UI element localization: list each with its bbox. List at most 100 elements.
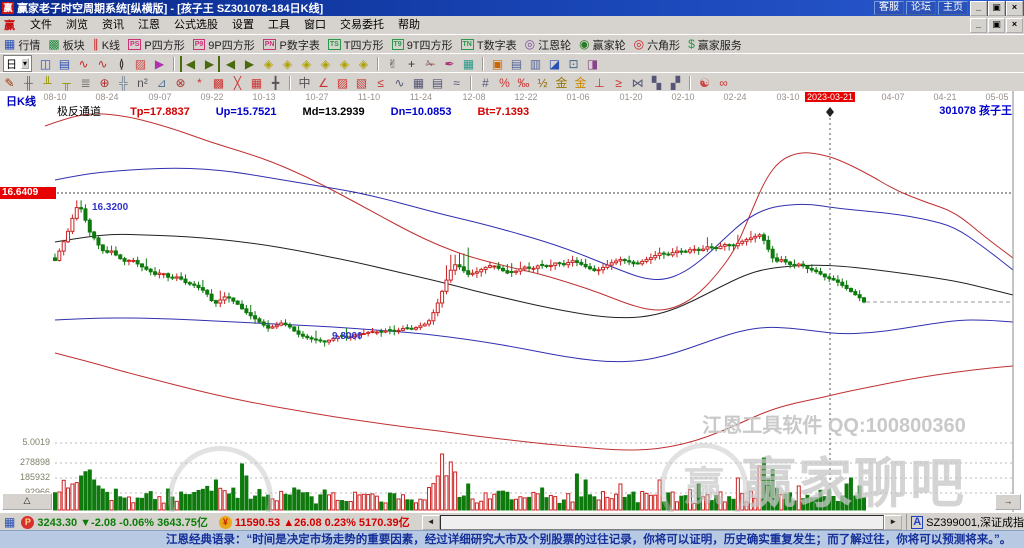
wave-band-icon[interactable]: ≈ <box>448 75 465 91</box>
notepad-icon[interactable]: ▥ <box>527 56 544 72</box>
toolbar-button-9P四方形[interactable]: P99P四方形 <box>189 36 259 53</box>
bowtie-tool-icon[interactable]: ⋈ <box>629 75 646 91</box>
golden-ratio-icon[interactable]: 金 <box>553 75 570 91</box>
gann-marker-icon[interactable]: ◈ <box>260 56 277 72</box>
quote-table-icon[interactable]: ▦ <box>4 515 15 529</box>
hatch-box-icon[interactable]: ▧ <box>353 75 370 91</box>
title-link-客服[interactable]: 客服 <box>874 1 904 15</box>
center-line-icon[interactable]: 中 <box>296 75 313 91</box>
menu-item-帮助[interactable]: 帮助 <box>391 17 427 33</box>
restore-button[interactable]: ▣ <box>988 1 1005 16</box>
angle-fan-icon[interactable]: ∠ <box>315 75 332 91</box>
permille-icon[interactable]: ‰ <box>515 75 532 91</box>
period-dropdown[interactable]: 日▾ <box>3 55 32 72</box>
grid-chart-icon[interactable]: ▦ <box>460 56 477 72</box>
document-icon[interactable]: ▤ <box>56 56 73 72</box>
next-icon[interactable]: ▶ <box>241 56 258 72</box>
export-icon[interactable]: ⊡ <box>565 56 582 72</box>
scrollbar-left-arrow[interactable]: ◄ <box>422 515 440 530</box>
close-button[interactable]: × <box>1006 1 1023 16</box>
chart-area[interactable]: 日K线 08-1008-2409-0709-2210-1310-2711-101… <box>0 91 1024 513</box>
shenzhen-index-icon[interactable]: ¥ <box>219 516 232 529</box>
matrix-icon[interactable]: ▦ <box>248 75 265 91</box>
price-grid-icon[interactable]: ▩ <box>210 75 227 91</box>
lines-icon[interactable]: ≣ <box>77 75 94 91</box>
calculator-icon[interactable]: ▤ <box>508 56 525 72</box>
square-of-nine-icon[interactable]: n² <box>134 75 151 91</box>
menu-item-交易委托[interactable]: 交易委托 <box>333 17 391 33</box>
menu-item-窗口[interactable]: 窗口 <box>297 17 333 33</box>
calendar-icon[interactable]: ▣ <box>489 56 506 72</box>
gann-fan-icon[interactable]: ╨ <box>39 75 56 91</box>
cycle-wave-icon[interactable]: ∿ <box>391 75 408 91</box>
menu-item-资讯[interactable]: 资讯 <box>95 17 131 33</box>
calendar-grid-icon[interactable]: ▦ <box>410 75 427 91</box>
toolbar-button-T数字表[interactable]: TNT数字表 <box>457 36 521 53</box>
toolbar-button-板块[interactable]: ▩板块 <box>44 36 88 53</box>
toolbar-button-T四方形[interactable]: TST四方形 <box>324 36 388 53</box>
angle-tool-icon[interactable]: ≤ <box>372 75 389 91</box>
vertical-tool-icon[interactable]: ⊥ <box>591 75 608 91</box>
candle-style-icon[interactable]: ≬ <box>113 56 130 72</box>
horizontal-scrollbar[interactable]: ◄ ► <box>422 515 903 529</box>
toolbar-button-江恩轮[interactable]: ◎江恩轮 <box>521 36 575 53</box>
diag-grid2-icon[interactable]: ▞ <box>667 75 684 91</box>
taiji-ball-icon[interactable]: ☯ <box>696 75 713 91</box>
slope-tool-icon[interactable]: ≥ <box>610 75 627 91</box>
band-grid-icon[interactable]: ▤ <box>429 75 446 91</box>
toolbar-button-K线[interactable]: ∥K线 <box>89 36 124 53</box>
prev-icon[interactable]: ◀ <box>222 56 239 72</box>
doc-restore-button[interactable]: ▣ <box>988 18 1005 33</box>
scissors-icon[interactable]: ✁ <box>422 56 439 72</box>
golden-section-icon[interactable]: 金 <box>572 75 589 91</box>
gann-marker-icon[interactable]: ◈ <box>298 56 315 72</box>
toolbar-button-赢家服务[interactable]: $赢家服务 <box>684 36 746 53</box>
doc-minimize-button[interactable]: _ <box>970 18 987 33</box>
triangle-tool-icon[interactable]: ⊿ <box>153 75 170 91</box>
crosshair-icon[interactable]: + <box>403 56 420 72</box>
hash-grid-icon[interactable]: # <box>477 75 494 91</box>
kline-pattern-icon[interactable]: ▨ <box>132 56 149 72</box>
scroll-right-button[interactable]: → <box>995 494 1021 510</box>
menu-item-文件[interactable]: 文件 <box>23 17 59 33</box>
plus-grid-icon[interactable]: ╋ <box>267 75 284 91</box>
toolbar-button-行情[interactable]: ▦行情 <box>0 36 44 53</box>
title-link-论坛[interactable]: 论坛 <box>906 1 936 15</box>
index-quote-text[interactable]: 3243.30 ▼-2.08 -0.06% 3643.75亿 <box>37 514 208 530</box>
index-quote-text[interactable]: 11590.53 ▲26.08 0.23% 5170.39亿 <box>235 514 410 530</box>
infinity-icon[interactable]: ∞ <box>715 75 732 91</box>
hand-drag-icon[interactable]: ✌ <box>384 56 401 72</box>
toolbar-button-P数字表[interactable]: PNP数字表 <box>259 36 324 53</box>
scrollbar-track[interactable] <box>440 515 885 530</box>
circle-cycle-icon[interactable]: ⊕ <box>96 75 113 91</box>
menu-item-设置[interactable]: 设置 <box>225 17 261 33</box>
title-link-主页[interactable]: 主页 <box>938 1 968 15</box>
gann-marker-icon[interactable]: ◈ <box>355 56 372 72</box>
half-ratio-icon[interactable]: ½ <box>534 75 551 91</box>
wave-chart-icon[interactable]: ∿ <box>94 56 111 72</box>
pencil-draw-icon[interactable]: ✎ <box>1 75 18 91</box>
toolbar-button-赢家轮[interactable]: ◉赢家轮 <box>575 36 629 53</box>
current-index-panel[interactable]: A SZ399001,深证成指 <box>906 514 1024 530</box>
toolbar-button-9T四方形[interactable]: T99T四方形 <box>388 36 457 53</box>
gann-marker-icon[interactable]: ◈ <box>279 56 296 72</box>
minimize-button[interactable]: _ <box>970 1 987 16</box>
toolbar-button-六角形[interactable]: ◎六角形 <box>630 36 684 53</box>
menu-item-江恩[interactable]: 江恩 <box>131 17 167 33</box>
shanghai-index-icon[interactable]: P <box>21 516 34 529</box>
doc-close-button[interactable]: × <box>1006 18 1023 33</box>
snapshot-icon[interactable]: ◨ <box>584 56 601 72</box>
time-circle-icon[interactable]: ⊗ <box>172 75 189 91</box>
shaded-box-icon[interactable]: ▨ <box>334 75 351 91</box>
gann-marker-icon[interactable]: ◈ <box>336 56 353 72</box>
gann-grid-icon[interactable]: ╫ <box>20 75 37 91</box>
last-page-icon[interactable]: ▶ <box>201 56 220 72</box>
grid-cross-icon[interactable]: ╬ <box>115 75 132 91</box>
window-layout-icon[interactable]: ◫ <box>37 56 54 72</box>
menu-item-浏览[interactable]: 浏览 <box>59 17 95 33</box>
play-analysis-icon[interactable]: ▶ <box>151 56 168 72</box>
cross-lines-icon[interactable]: ╳ <box>229 75 246 91</box>
scrollbar-right-arrow[interactable]: ► <box>884 515 902 530</box>
gann-box-icon[interactable]: ╥ <box>58 75 75 91</box>
save-icon[interactable]: ◪ <box>546 56 563 72</box>
